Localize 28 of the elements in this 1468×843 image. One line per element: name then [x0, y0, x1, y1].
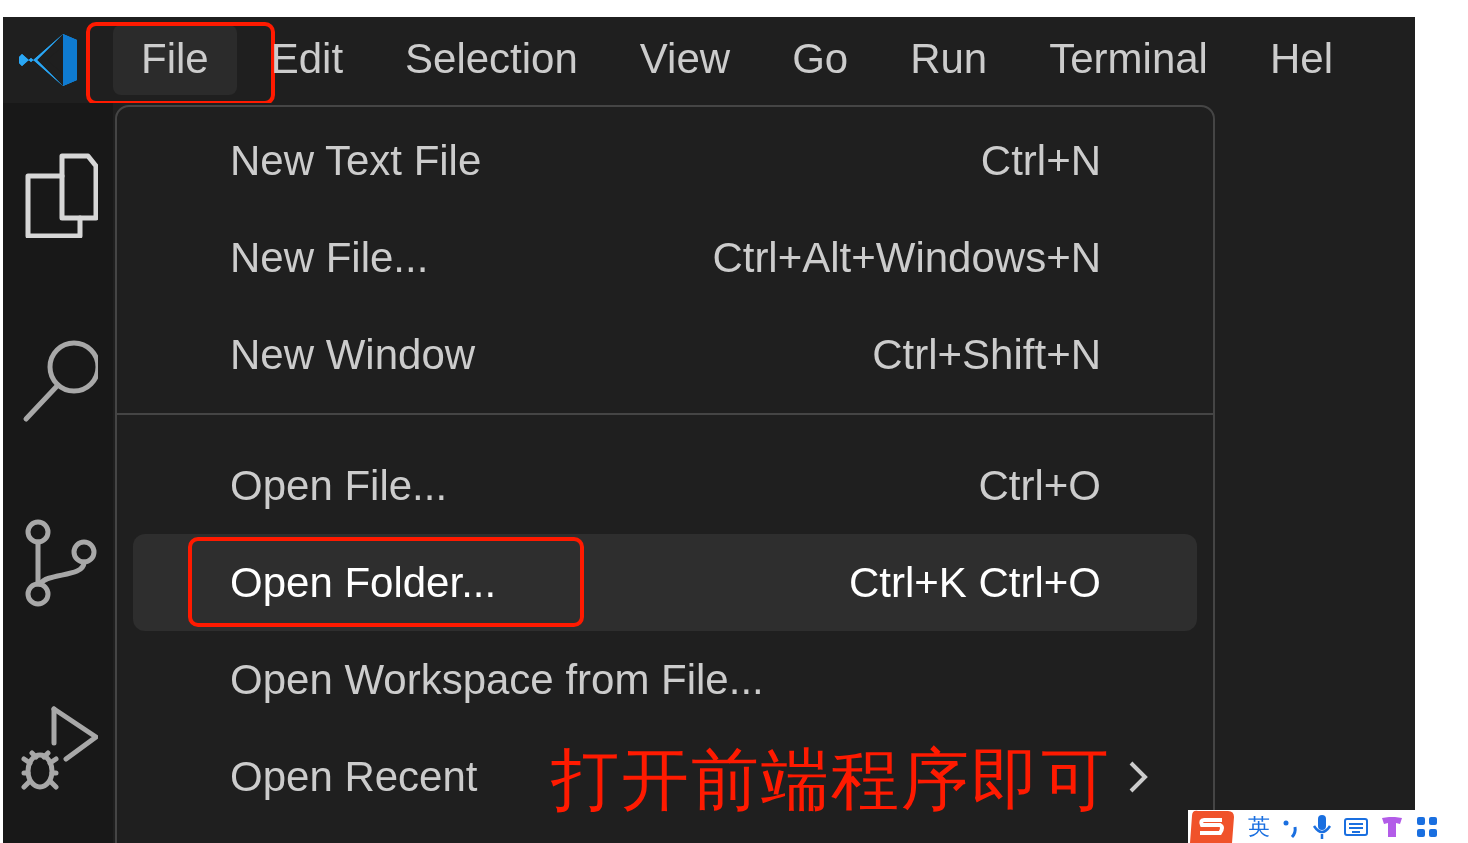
shortcut-text: Ctrl+K Ctrl+O — [848, 558, 1101, 607]
menu-bar-item[interactable]: File — [113, 25, 237, 95]
shortcut-text: Ctrl+Shift+N — [872, 330, 1101, 379]
menu-bar-item[interactable]: View — [611, 25, 759, 95]
menu-item[interactable]: New Window — [230, 330, 476, 378]
chevron-right-icon — [1127, 759, 1149, 794]
menu-bar-item[interactable]: Go — [764, 25, 877, 95]
shortcut-text: Ctrl+O — [978, 461, 1101, 510]
shirt-icon[interactable] — [1380, 815, 1404, 838]
menu-item[interactable]: Open Folder... — [230, 558, 497, 606]
run-debug-icon[interactable] — [18, 703, 98, 793]
menu-item[interactable]: Open Workspace from File... — [230, 655, 764, 703]
menu-bar-item[interactable]: Run — [882, 25, 1016, 95]
menu-item[interactable]: Open Recent — [230, 752, 478, 800]
shortcut-text: Ctrl+N — [980, 136, 1101, 185]
input-mode-text[interactable]: 英 — [1248, 811, 1270, 842]
grid-icon[interactable] — [1416, 815, 1438, 838]
menu-bar-item[interactable]: Hel — [1241, 25, 1361, 95]
annotation-text: 打开前端程序即可 — [551, 739, 1111, 821]
keyboard-icon[interactable] — [1344, 816, 1368, 837]
menu-bar-item[interactable]: Terminal — [1021, 25, 1236, 95]
menu-bar-item[interactable]: Selection — [377, 25, 606, 95]
microphone-icon[interactable] — [1312, 813, 1332, 840]
menu-item[interactable]: New Text File — [230, 136, 482, 184]
menu-item[interactable]: Open File... — [230, 461, 448, 509]
input-method-logo-icon[interactable] — [1188, 810, 1236, 843]
shortcut-text: Ctrl+Alt+Windows+N — [712, 233, 1101, 282]
menu-item[interactable]: New File... — [230, 233, 429, 281]
